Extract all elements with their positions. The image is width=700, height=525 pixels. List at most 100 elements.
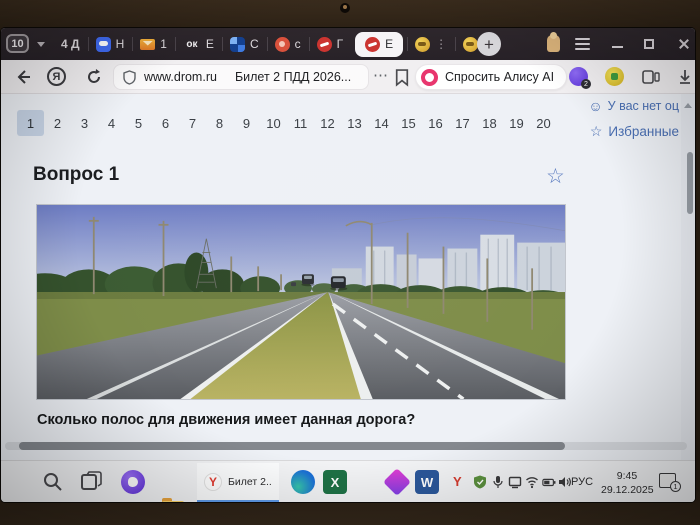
scroll-top-caret-icon[interactable] [684, 103, 692, 108]
back-icon[interactable] [14, 68, 32, 86]
favorite-question-star-icon[interactable]: ☆ [546, 166, 565, 187]
page-content: ☺ У вас нет оц ☆ Избранные 1 2 3 4 5 6 7 8 9 10 11… [1, 94, 695, 460]
ratings-link[interactable]: ☺ У вас нет оц [588, 98, 679, 114]
side-panels-icon[interactable] [642, 68, 660, 86]
notification-badge: 1 [670, 481, 681, 492]
browser-tab[interactable]: Н [87, 28, 133, 60]
wifi-icon[interactable] [525, 475, 539, 489]
photos-app-icon[interactable] [383, 468, 411, 496]
question-pager: 1 2 3 4 5 6 7 8 9 10 11 12 13 14 15 16 17 18 19 20 [17, 110, 557, 136]
pager-item-4[interactable]: 4 [98, 110, 125, 136]
pager-item-7[interactable]: 7 [179, 110, 206, 136]
mosaic-icon [229, 36, 245, 52]
alice-app-icon[interactable] [121, 470, 145, 494]
browser-tab[interactable]: 1 [132, 28, 175, 60]
display-device-icon[interactable] [508, 475, 522, 489]
red-site-icon [316, 36, 332, 52]
pager-item-12[interactable]: 12 [314, 110, 341, 136]
bookmark-icon[interactable] [393, 69, 411, 87]
tabs-strip: 4 Д Н 1 окЕ С с Г Е ⋮ ⋮ [53, 28, 503, 60]
active-tab-drom[interactable]: Е [355, 31, 404, 57]
chevron-down-icon[interactable] [37, 42, 45, 47]
word-icon[interactable]: W [415, 470, 439, 494]
pager-item-11[interactable]: 11 [287, 110, 314, 136]
pager-item-19[interactable]: 19 [503, 110, 530, 136]
protect-shield-icon [123, 69, 136, 85]
yandex-y-icon: Y [204, 472, 222, 491]
tray-time: 9:45 [616, 470, 638, 482]
battery-icon[interactable] [542, 475, 556, 489]
minimize-icon[interactable] [612, 46, 623, 48]
pager-item-9[interactable]: 9 [233, 110, 260, 136]
menu-icon[interactable] [575, 38, 590, 53]
chat-icon [95, 36, 111, 52]
pager-item-6[interactable]: 6 [152, 110, 179, 136]
pager-item-3[interactable]: 3 [71, 110, 98, 136]
pager-item-20[interactable]: 20 [530, 110, 557, 136]
pager-item-16[interactable]: 16 [422, 110, 449, 136]
tab-counter-badge[interactable]: 10 [6, 34, 29, 53]
url-text: www.drom.ru [144, 70, 217, 84]
edge-browser-icon[interactable] [291, 470, 315, 494]
language-indicator[interactable]: РУС [571, 476, 593, 488]
pager-item-2[interactable]: 2 [44, 110, 71, 136]
horizontal-scrollbar-thumb[interactable] [19, 442, 565, 450]
windows-taskbar: Y Билет 2... X W Y РУС 9:45 29.12.2025 1 [1, 460, 695, 502]
pager-item-13[interactable]: 13 [341, 110, 368, 136]
question-road-image [36, 204, 566, 400]
ok-logo-icon: ок [186, 38, 198, 50]
browser-tab[interactable]: С [221, 28, 267, 60]
active-task-yandex-browser[interactable]: Y Билет 2... [197, 463, 279, 502]
smiley-icon: ☺ [588, 98, 603, 114]
notification-center-icon[interactable]: 1 [659, 473, 681, 492]
pager-item-14[interactable]: 14 [368, 110, 395, 136]
browser-tabbar: 10 4 Д Н 1 окЕ С с Г Е ⋮ ⋮ + [1, 28, 695, 60]
yandex-browser-icon[interactable]: Я [47, 67, 66, 86]
pager-item-15[interactable]: 15 [395, 110, 422, 136]
browser-tab[interactable]: ⋮ [407, 28, 455, 60]
reload-icon[interactable] [85, 68, 103, 86]
screen: 10 4 Д Н 1 окЕ С с Г Е ⋮ ⋮ + [1, 28, 695, 502]
omnibox[interactable]: www.drom.ru Билет 2 ПДД 2026... [113, 64, 369, 90]
excel-icon[interactable]: X [323, 470, 347, 494]
laptop-photo: 10 4 Д Н 1 окЕ С с Г Е ⋮ ⋮ + [0, 0, 700, 525]
browser-tab[interactable]: Г [308, 28, 352, 60]
tray-date: 29.12.2025 [601, 484, 654, 497]
pager-item-10[interactable]: 10 [260, 110, 287, 136]
browser-tab[interactable]: с [266, 28, 309, 60]
browser-tab[interactable]: 4 Д [53, 28, 88, 60]
emoji-favicon [463, 36, 479, 52]
ask-alice-button[interactable]: Спросить Алису AI [415, 64, 568, 90]
question-text: Сколько полос для движения имеет данная … [37, 412, 416, 428]
maximize-icon[interactable] [644, 39, 654, 49]
extension-icon[interactable] [605, 67, 624, 86]
pager-item-1[interactable]: 1 [17, 110, 44, 136]
emoji-favicon [415, 36, 431, 52]
download-icon[interactable] [676, 68, 694, 86]
drom-favicon [365, 36, 381, 52]
vertical-scrollbar-thumb[interactable] [687, 152, 693, 214]
pager-item-18[interactable]: 18 [476, 110, 503, 136]
task-view-icon[interactable] [79, 470, 103, 494]
tray-yandex-icon[interactable]: Y [453, 474, 462, 489]
vpn-extension-icon[interactable]: 2 [569, 67, 591, 89]
file-explorer-icon[interactable] [161, 494, 185, 502]
search-icon[interactable] [41, 470, 65, 494]
pager-item-5[interactable]: 5 [125, 110, 152, 136]
pager-item-8[interactable]: 8 [206, 110, 233, 136]
road-photo [37, 205, 565, 399]
tray-clock[interactable]: 9:45 29.12.2025 [601, 469, 654, 497]
new-tab-button[interactable]: + [477, 32, 501, 56]
horizontal-scrollbar[interactable] [5, 442, 687, 450]
more-icon[interactable]: ⋯ [373, 66, 389, 84]
assistant-character-icon[interactable] [547, 32, 560, 52]
pager-item-17[interactable]: 17 [449, 110, 476, 136]
active-task-label: Билет 2... [228, 475, 272, 488]
close-icon[interactable] [678, 38, 690, 50]
speaker-icon[interactable] [558, 475, 572, 489]
favorites-link[interactable]: ☆ Избранные [590, 123, 679, 140]
security-shield-icon[interactable] [473, 475, 487, 489]
webcam [336, 1, 354, 15]
browser-tab[interactable]: ок Е [174, 28, 222, 60]
microphone-icon[interactable] [491, 475, 505, 489]
